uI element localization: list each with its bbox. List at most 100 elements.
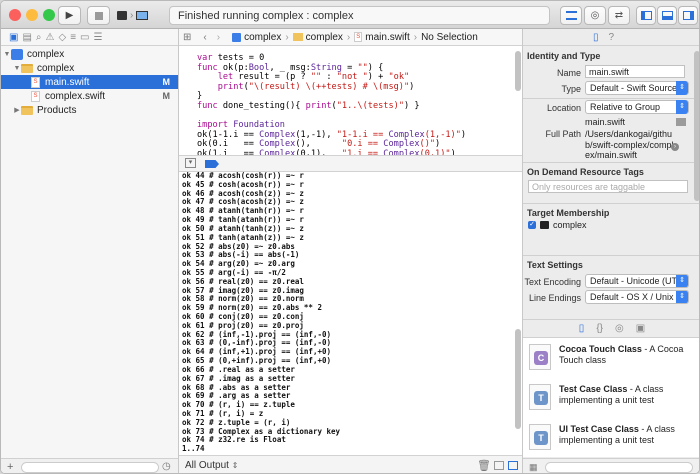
quick-help-icon[interactable]: ? [609,32,615,43]
library-filter-field[interactable] [545,462,693,473]
modified-badge: M [162,77,171,87]
editor-lines-icon [565,11,577,20]
filter-field[interactable] [21,462,159,473]
code-line[interactable]: func done_testing(){ print("1..\(tests)"… [197,101,522,112]
library-filter-bar: ▦ [523,458,699,473]
debug-icon[interactable]: ≡ [70,32,76,43]
symbol-icon[interactable]: ▤ [22,32,31,43]
library-item[interactable]: C Cocoa Touch Class - A Cocoa Touch clas… [529,342,693,378]
type-popup[interactable]: Default - Swift Source ⇕ [585,81,689,95]
minimize-window-button[interactable] [26,9,38,21]
chevron-updown-icon: ⇕ [676,100,688,114]
text-encoding-popup[interactable]: Default - Unicode (UTF-8) ⇕ [585,274,689,288]
text-encoding-label: Text Encoding [524,277,581,287]
code-line[interactable]: print("\(result) \(++tests) # \(msg)") [197,82,522,93]
nav-item-main-swift[interactable]: S main.swift M [1,75,178,89]
disclosure-right-icon[interactable]: ▶ [13,106,21,114]
related-items-icon[interactable]: ⊞ [183,32,191,43]
breadcrumb-symbol[interactable]: No Selection [421,32,478,43]
add-icon[interactable]: + [7,461,13,473]
location-popup[interactable]: Relative to Group ⇕ [585,100,689,114]
output-filter-select[interactable]: All Output ⇕ [185,460,238,471]
breadcrumb-label: main.swift [365,31,410,43]
console-scrollbar[interactable] [515,329,521,429]
forward-icon[interactable]: › [217,32,220,43]
nav-item-label: complex [27,48,65,60]
nav-item-group[interactable]: ▼ complex [1,61,178,75]
nav-item-complex-swift[interactable]: S complex.swift M [1,89,178,103]
test-icon[interactable]: ◇ [58,32,66,43]
close-window-button[interactable] [9,9,21,21]
target-name: complex [553,220,587,230]
utilities-inspector: ▯ ? Identity and Type Name main.swift Ty… [522,29,699,473]
media-library-icon[interactable]: ▣ [636,323,645,334]
line-endings-label: Line Endings [528,293,581,303]
toggle-debug-area-button[interactable] [657,6,677,25]
breadcrumb-group[interactable]: complex [292,32,343,43]
breadcrumb-file[interactable]: S main.swift [354,31,410,43]
library-item[interactable]: T Test Case Class - A class implementing… [529,382,693,418]
folder-icon[interactable] [676,118,686,126]
console-output[interactable]: ok 44 # acosh(cosh(r)) =~ r ok 45 # cosh(… [179,172,522,452]
toggle-navigator-button[interactable] [636,6,656,25]
back-icon[interactable]: ‹ [203,32,206,43]
folder-icon[interactable]: ▣ [9,32,18,43]
library-item[interactable]: T UI Test Case Class - A class implement… [529,422,693,458]
file-template-library: C Cocoa Touch Class - A Cocoa Touch clas… [523,337,699,458]
zoom-window-button[interactable] [43,9,55,21]
warning-icon[interactable]: ⚠ [46,32,55,43]
scheme-selector[interactable]: › [117,7,149,24]
breakpoints-toggle-icon[interactable] [205,160,219,168]
target-checkbox[interactable]: ✓ [528,221,536,229]
location-value: Relative to Group [590,102,661,112]
location-label: Location [546,103,581,113]
resource-tags-field[interactable]: Only resources are taggable [528,180,688,193]
code-text[interactable]: var tests = 0 func ok(p:Bool, _ msg:Strin… [179,47,522,155]
object-library-icon[interactable]: ◎ [615,323,624,334]
hide-debug-icon[interactable]: ▾ [185,158,196,168]
name-field[interactable]: main.swift [585,65,685,78]
version-editor-button[interactable]: ⇄ [608,6,630,25]
run-button[interactable]: ▶ [58,6,81,25]
chevron-right-icon: › [346,31,351,43]
report-icon[interactable]: ☰ [93,32,102,43]
divider [523,203,699,204]
template-mark: T [534,391,548,405]
inspector-scrollbar[interactable] [694,51,699,201]
reveal-arrow-icon[interactable]: › [671,143,679,151]
type-label: Type [561,84,581,94]
inspector-tabs: ▯ ? [523,29,699,46]
nav-item-products[interactable]: ▶ Products [1,103,178,117]
library-item-title: Test Case Class [559,384,628,394]
search-icon[interactable]: ⌕ [36,32,42,43]
activity-status: Finished running complex : complex [169,6,550,25]
disclosure-down-icon[interactable]: ▼ [3,51,11,58]
xcode-window: ▶ › Finished running complex : complex ◎… [0,0,700,474]
jump-bar: ⊞ ‹ › complex › complex › S main.swift ›… [179,29,522,46]
standard-editor-button[interactable] [560,6,582,25]
split-view-icon[interactable] [494,461,504,470]
target-membership-title: Target Membership [527,208,610,218]
breakpoint-icon[interactable]: ▭ [80,32,89,43]
toggle-utilities-button[interactable] [678,6,698,25]
console-view-icon[interactable] [508,461,518,470]
grid-view-icon[interactable]: ▦ [529,462,538,473]
assistant-editor-button[interactable]: ◎ [584,6,606,25]
chevron-right-icon: › [130,10,134,21]
breadcrumb-project[interactable]: complex [232,32,281,43]
location-file: main.swift [585,117,626,127]
nav-item-project[interactable]: ▼ complex [1,47,178,61]
trash-icon[interactable]: 🗑 [477,459,491,472]
on-demand-title: On Demand Resource Tags [527,167,644,177]
disclosure-down-icon[interactable]: ▼ [13,65,21,72]
code-snippet-icon[interactable]: {} [596,323,603,334]
nav-item-label: complex.swift [45,90,106,102]
file-inspector-icon[interactable]: ▯ [593,32,599,43]
editor-scrollbar[interactable] [515,51,521,91]
line-endings-popup[interactable]: Default - OS X / Unix (LF) ⇕ [585,290,689,304]
toolbar: ▶ › Finished running complex : complex ◎… [1,1,699,29]
stop-button[interactable] [87,6,110,25]
template-icon: T [529,424,551,450]
file-template-icon[interactable]: ▯ [579,323,585,334]
recent-icon[interactable]: ◷ [162,461,171,472]
